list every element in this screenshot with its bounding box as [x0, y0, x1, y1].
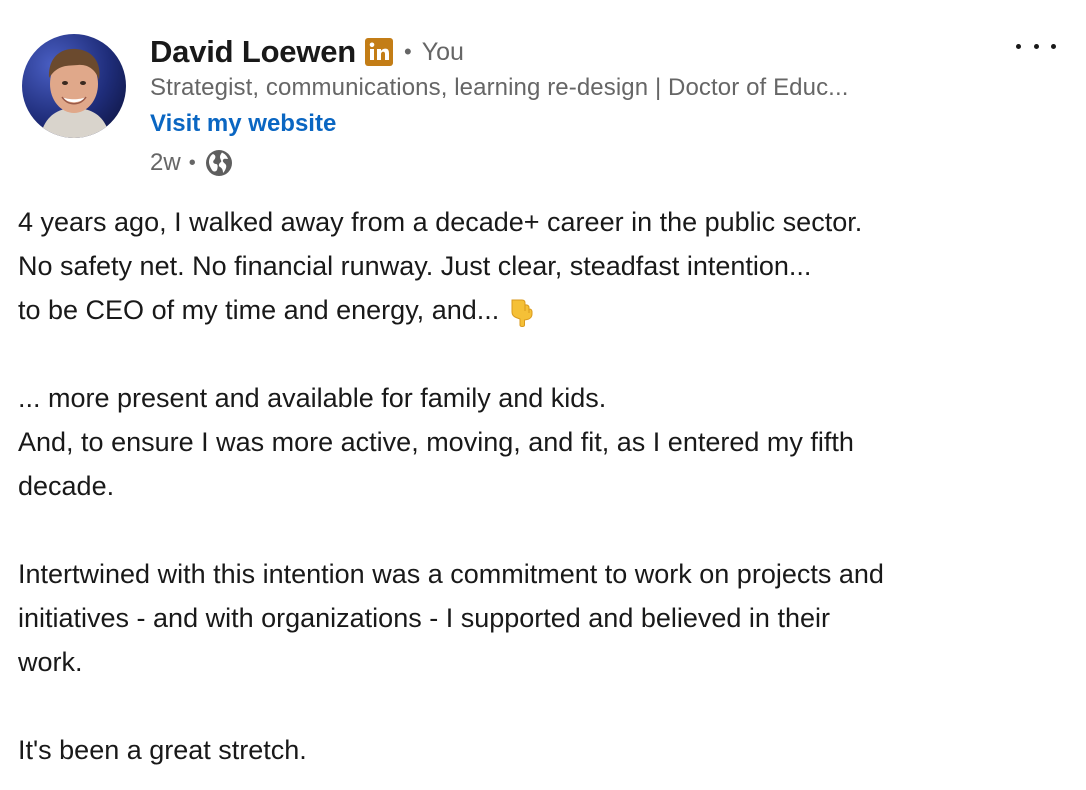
- more-options-button[interactable]: [1016, 34, 1056, 58]
- post-line: decade.: [18, 471, 115, 501]
- linkedin-premium-icon: [364, 37, 394, 67]
- point-down-emoji: [507, 297, 535, 327]
- meta-separator: •: [188, 151, 196, 174]
- globe-icon: [204, 148, 234, 178]
- author-headline: Strategist, communications, learning re-…: [150, 74, 849, 101]
- post-paragraph: 4 years ago, I walked away from a decade…: [18, 200, 1068, 332]
- post-line: initiatives - and with organizations - I…: [18, 603, 830, 633]
- post-line: work.: [18, 647, 83, 677]
- author-row: David Loewen • You: [150, 32, 464, 72]
- author-name[interactable]: David Loewen: [150, 34, 356, 70]
- avatar-photo: [22, 34, 126, 138]
- post-line: And, to ensure I was more active, moving…: [18, 427, 854, 457]
- post-header: David Loewen • You Strategist, communica…: [0, 0, 1086, 190]
- post-line-with-emoji: to be CEO of my time and energy, and...: [18, 288, 1068, 332]
- post-body: 4 years ago, I walked away from a decade…: [18, 200, 1068, 772]
- post-meta: 2w •: [150, 145, 234, 181]
- post-line: to be CEO of my time and energy, and...: [18, 295, 500, 325]
- post-line: ... more present and available for famil…: [18, 383, 607, 413]
- post-paragraph: ... more present and available for famil…: [18, 376, 1068, 508]
- post-line: No safety net. No financial runway. Just…: [18, 251, 812, 281]
- visit-website-link[interactable]: Visit my website: [150, 110, 336, 138]
- post-line: 4 years ago, I walked away from a decade…: [18, 207, 863, 237]
- post-paragraph: It's been a great stretch.: [18, 728, 1068, 772]
- author-separator: •: [404, 39, 412, 64]
- more-horizontal-icon: [1016, 43, 1021, 49]
- post-line: It's been a great stretch.: [18, 735, 307, 765]
- post-line: Intertwined with this intention was a co…: [18, 559, 884, 589]
- connection-degree: You: [421, 37, 464, 66]
- avatar[interactable]: [22, 34, 126, 138]
- post-paragraph: Intertwined with this intention was a co…: [18, 552, 1068, 684]
- feed-post: David Loewen • You Strategist, communica…: [0, 0, 1086, 790]
- post-timestamp: 2w: [150, 149, 181, 176]
